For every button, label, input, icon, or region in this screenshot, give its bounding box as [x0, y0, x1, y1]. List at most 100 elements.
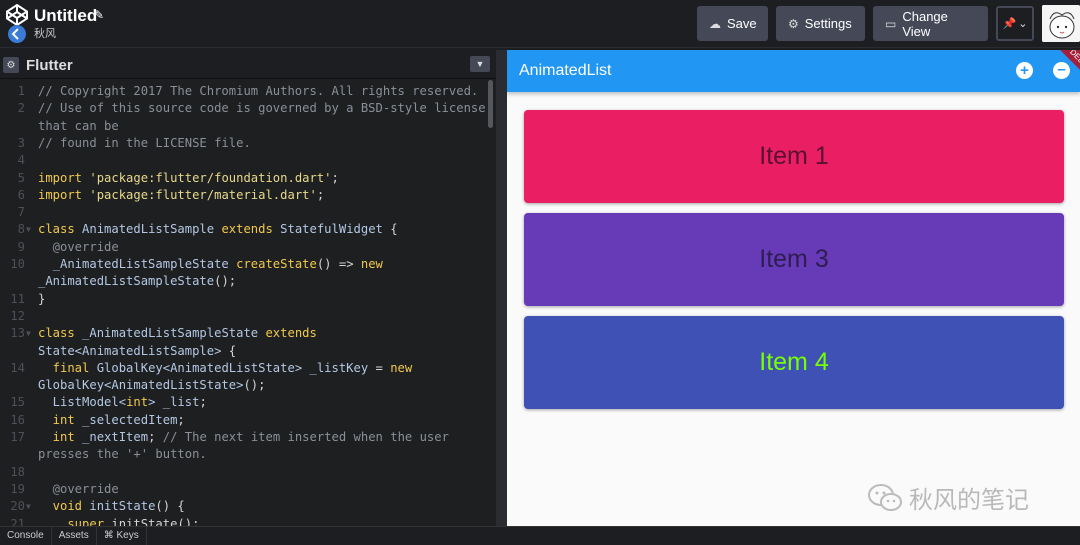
editor-scrollbar[interactable]: [488, 80, 493, 128]
code-line[interactable]: 17 int _nextItem; // The next item inser…: [0, 429, 496, 446]
assets-tab[interactable]: Assets: [52, 527, 97, 545]
code-token: AnimatedListSample: [82, 222, 222, 237]
bottom-bar: Console Assets ⌘ Keys: [0, 526, 1080, 545]
line-number: 14: [10, 360, 25, 375]
code-area[interactable]: 1 // Copyright 2017 The Chromium Authors.…: [0, 80, 496, 526]
code-line[interactable]: 4: [0, 152, 496, 169]
code-line[interactable]: 10 _AnimatedListSampleState createState(…: [0, 256, 496, 273]
code-token: // found in the LICENSE file.: [38, 135, 251, 150]
code-line[interactable]: 3 // found in the LICENSE file.: [0, 135, 496, 152]
keys-tab[interactable]: ⌘ Keys: [97, 527, 147, 545]
watermark-text: 秋风的笔记: [909, 487, 1029, 514]
editor-header: ⚙ Flutter ▼: [0, 50, 496, 79]
list-item-card[interactable]: Item 4: [524, 316, 1064, 409]
code-text: _AnimatedListSampleState();: [38, 273, 236, 290]
line-number: 15: [10, 395, 25, 410]
code-line[interactable]: 2 // Use of this source code is governed …: [0, 100, 496, 117]
list-item-card[interactable]: Item 3: [524, 213, 1064, 306]
code-line[interactable]: State<AnimatedListSample> {: [0, 343, 496, 360]
code-token: _AnimatedListSampleState: [38, 257, 237, 271]
code-text: @override: [38, 481, 119, 498]
project-title[interactable]: Untitled: [34, 6, 97, 26]
code-line[interactable]: 11}: [0, 291, 496, 308]
code-token: ;: [316, 187, 325, 202]
fold-arrow-icon[interactable]: ▼: [26, 221, 31, 238]
add-circle-icon[interactable]: +: [1016, 62, 1033, 79]
change-view-button[interactable]: ▭ Change View: [873, 6, 988, 41]
code-line[interactable]: GlobalKey<AnimatedListState>();: [0, 377, 496, 394]
code-line[interactable]: 1 // Copyright 2017 The Chromium Authors.…: [0, 83, 496, 100]
codepen-logo-icon[interactable]: [6, 4, 28, 26]
code-token: ListModel<: [38, 395, 127, 410]
list-item-label: Item 3: [759, 245, 829, 273]
code-token: createState: [236, 257, 317, 271]
code-text: that can be: [38, 118, 119, 135]
code-token: int: [38, 412, 83, 427]
list-item-card[interactable]: Item 1: [524, 110, 1064, 203]
code-line[interactable]: 8 ▼ class AnimatedListSample extends State…: [0, 221, 496, 238]
code-token: new: [390, 360, 413, 375]
console-tab[interactable]: Console: [0, 527, 52, 545]
code-line[interactable]: 6 import 'package:flutter/material.dart';: [0, 187, 496, 204]
code-token: presses the '+' button.: [38, 447, 207, 462]
line-number: 17: [10, 430, 25, 444]
code-token: int: [126, 395, 149, 410]
change-view-label: Change View: [902, 8, 948, 39]
code-token: void: [38, 499, 90, 514]
editor-collapse-chevron-icon[interactable]: ▼: [470, 56, 490, 72]
line-number: 4: [17, 153, 25, 168]
user-avatar[interactable]: [1042, 5, 1080, 42]
code-line[interactable]: 5 import 'package:flutter/foundation.dart…: [0, 170, 496, 187]
code-token: @override: [38, 239, 119, 254]
code-line[interactable]: 7: [0, 204, 496, 221]
code-line[interactable]: 19 @override: [0, 481, 496, 498]
fold-arrow-icon[interactable]: ▼: [26, 325, 31, 342]
code-line[interactable]: 13 ▼ class _AnimatedListSampleState extend…: [0, 325, 496, 342]
project-author[interactable]: 秋风: [34, 25, 56, 41]
code-line[interactable]: that can be: [0, 118, 496, 135]
watermark: 秋风的笔记: [867, 480, 1029, 515]
gear-icon: ⚙: [788, 16, 799, 31]
code-token: initState: [89, 499, 156, 514]
code-token: {: [221, 343, 237, 358]
code-text: import 'package:flutter/foundation.dart'…: [38, 170, 339, 187]
code-text: final GlobalKey<AnimatedListState> _list…: [38, 360, 413, 377]
cloud-icon: ☁: [709, 16, 721, 31]
code-token: @override: [38, 481, 119, 496]
code-token: that can be: [38, 118, 119, 133]
app-bar: AnimatedList + –: [507, 50, 1080, 92]
line-number: 1: [17, 84, 25, 98]
code-token: () {: [155, 499, 185, 514]
pin-menu-button[interactable]: 📌 ⌄: [996, 6, 1034, 41]
code-token: int: [38, 430, 83, 444]
code-line[interactable]: 15 ListModel<int> _list;: [0, 394, 496, 411]
code-text: int _selectedItem;: [38, 412, 185, 429]
edit-title-pencil-icon[interactable]: ✎: [94, 8, 104, 22]
save-button[interactable]: ☁ Save: [697, 6, 768, 41]
code-text: _AnimatedListSampleState createState() =…: [38, 256, 383, 273]
remove-circle-icon[interactable]: –: [1053, 62, 1070, 79]
code-token: ;: [199, 395, 207, 410]
panel-resizer[interactable]: [496, 50, 507, 526]
code-text: int _nextItem; // The next item inserted…: [38, 429, 449, 446]
editor-settings-gear-icon[interactable]: ⚙: [3, 57, 19, 73]
code-line[interactable]: 14 final GlobalKey<AnimatedListState> _l…: [0, 360, 496, 377]
code-token: final: [38, 360, 97, 375]
code-token: 'package:flutter/material.dart': [89, 187, 317, 202]
code-line[interactable]: 9 @override: [0, 239, 496, 256]
settings-button[interactable]: ⚙ Settings: [776, 6, 865, 41]
code-line[interactable]: 12: [0, 308, 496, 325]
code-line[interactable]: 20 ▼ void initState() {: [0, 498, 496, 515]
line-number: 18: [10, 464, 25, 479]
code-line[interactable]: _AnimatedListSampleState();: [0, 273, 496, 290]
code-line[interactable]: 16 int _selectedItem;: [0, 412, 496, 429]
code-text: void initState() {: [38, 498, 185, 515]
code-token: > _list: [148, 395, 200, 410]
code-line[interactable]: 21 super.initState();: [0, 516, 496, 527]
code-line[interactable]: presses the '+' button.: [0, 446, 496, 463]
code-token: _AnimatedListSampleState: [82, 326, 266, 341]
code-line[interactable]: 18: [0, 464, 496, 481]
code-token: () =>: [316, 257, 361, 271]
code-token: {: [382, 222, 398, 237]
fold-arrow-icon[interactable]: ▼: [26, 498, 31, 515]
